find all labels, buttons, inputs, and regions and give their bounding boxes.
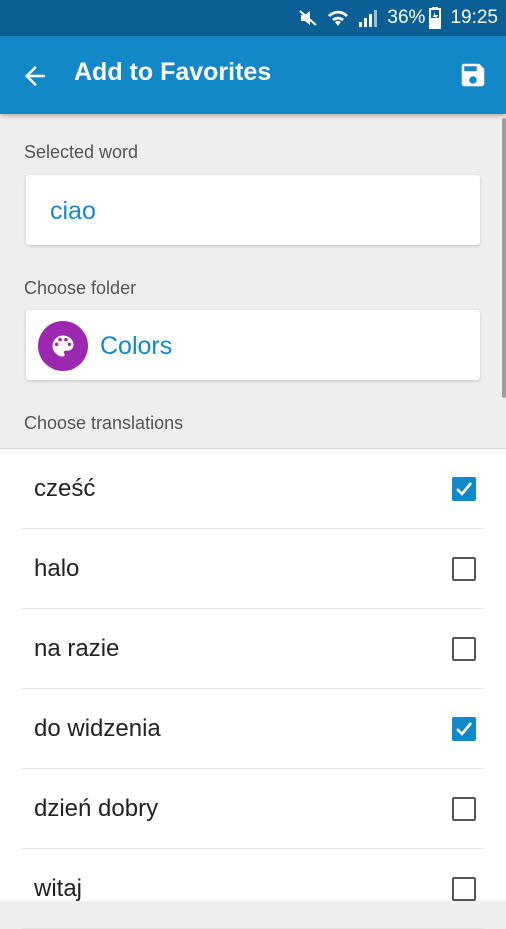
app-bar: Add to Favorites xyxy=(0,36,506,114)
checkbox[interactable] xyxy=(452,877,476,901)
translation-label: witaj xyxy=(34,875,83,902)
back-button[interactable] xyxy=(20,61,50,91)
checkbox[interactable] xyxy=(452,637,476,661)
palette-icon xyxy=(38,321,88,371)
selected-word-card[interactable]: ciao xyxy=(26,175,480,245)
list-item[interactable]: halo xyxy=(22,529,484,609)
list-item[interactable]: do widzenia xyxy=(22,689,484,769)
checkbox[interactable] xyxy=(452,797,476,821)
save-button[interactable] xyxy=(458,60,488,90)
battery-percent: 36% xyxy=(387,7,426,28)
scrollbar[interactable] xyxy=(502,118,506,398)
translation-label: na razie xyxy=(34,635,120,662)
folder-value: Colors xyxy=(100,332,173,360)
status-bar: 36% 19:25 xyxy=(0,0,506,36)
page-title: Add to Favorites xyxy=(74,58,272,86)
list-item[interactable]: dzień dobry xyxy=(22,769,484,849)
choose-translations-label: Choose translations xyxy=(24,413,184,433)
selected-word-value: ciao xyxy=(50,197,96,225)
checkbox[interactable] xyxy=(452,557,476,581)
translation-label: dzień dobry xyxy=(34,795,159,822)
list-item[interactable]: cześć xyxy=(22,449,484,529)
translation-label: cześć xyxy=(34,475,96,502)
save-icon xyxy=(461,63,485,87)
list-item[interactable]: witaj xyxy=(22,849,484,929)
mute-icon xyxy=(298,8,318,28)
translation-label: halo xyxy=(34,555,80,582)
selected-word-label: Selected word xyxy=(24,142,139,162)
translations-list: cześć halo na razie do widzenia dzień do… xyxy=(0,448,506,929)
checkbox[interactable] xyxy=(452,717,476,741)
check-icon xyxy=(456,482,473,496)
check-icon xyxy=(456,722,473,736)
list-item[interactable]: na razie xyxy=(22,609,484,689)
choose-folder-label: Choose folder xyxy=(24,278,137,298)
signal-icon xyxy=(358,8,378,28)
arrow-back-icon xyxy=(25,66,45,86)
battery-icon xyxy=(429,7,442,29)
translation-label: do widzenia xyxy=(34,715,161,742)
folder-selector[interactable]: Colors xyxy=(26,310,480,380)
checkbox[interactable] xyxy=(452,477,476,501)
clock: 19:25 xyxy=(450,7,498,28)
wifi-icon xyxy=(327,8,349,28)
